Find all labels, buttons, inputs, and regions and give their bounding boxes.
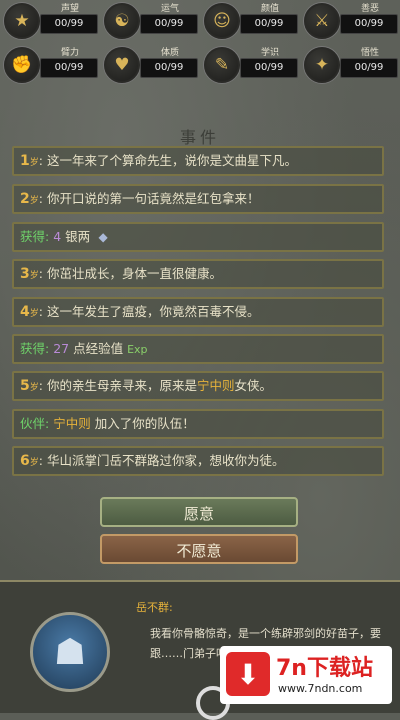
reward-tag: 获得:	[20, 341, 50, 356]
stat-luck: ☯ 运气 00/99	[100, 0, 200, 44]
stat-value: 00/99	[340, 14, 398, 34]
event-age: 1岁	[20, 153, 39, 169]
event-text: 这一年发生了瘟疫，你竟然百毒不侵。	[46, 304, 260, 319]
stat-morality: ⚔ 善恶 00/99	[300, 0, 400, 44]
reward-text: 银两	[65, 229, 91, 244]
stat-value: 00/99	[140, 14, 198, 34]
exp-icon: Exp	[127, 343, 148, 356]
silver-icon: ◆	[98, 230, 108, 244]
comprehension-icon: ✦	[304, 47, 340, 83]
companion-tag: 伙伴:	[20, 416, 50, 431]
event-title: 事件	[179, 128, 220, 147]
reward-row: 获得: 4 银两 ◆	[12, 222, 384, 252]
event-text: 你开口说的第一句话竟然是红包拿来！	[46, 191, 260, 206]
speaker-name: 岳不群:	[136, 601, 173, 614]
event-text: 你茁壮成长，身体一直很健康。	[46, 266, 222, 281]
reward-text: 点经验值	[73, 341, 124, 356]
knowledge-icon: ✎	[204, 47, 240, 83]
stat-value: 00/99	[40, 14, 98, 34]
download-icon: ⬇	[226, 652, 270, 696]
stat-label: 运气	[160, 4, 179, 14]
watermark-url: www.7ndn.com	[278, 682, 363, 695]
stat-appearance: ☺ 颜值 00/99	[200, 0, 300, 44]
morality-icon: ⚔	[304, 3, 340, 39]
stat-label: 体质	[160, 48, 179, 58]
stat-value: 00/99	[40, 58, 98, 78]
strength-icon: ✊	[4, 47, 40, 83]
stat-label: 颜值	[260, 4, 279, 14]
event-text: 加入了你的队伍！	[94, 416, 195, 431]
stat-strength: ✊ 臂力 00/99	[0, 44, 100, 88]
stat-value: 00/99	[140, 58, 198, 78]
accept-button[interactable]: 愿意	[100, 497, 298, 527]
event-text: 你的亲生母亲寻来，原来是	[46, 378, 197, 393]
stat-knowledge: ✎ 学识 00/99	[200, 44, 300, 88]
character-name: 宁中则	[196, 378, 235, 393]
event-row: 5岁: 你的亲生母亲寻来，原来是宁中则女侠。	[12, 371, 384, 401]
event-row: 1岁: 这一年来了个算命先生，说你是文曲星下凡。	[12, 146, 384, 176]
companion-row: 伙伴: 宁中则 加入了你的队伍！	[12, 409, 384, 439]
event-age: 2岁	[20, 191, 39, 207]
reward-amount: 27	[53, 341, 70, 356]
reputation-icon: ★	[4, 3, 40, 39]
event-age: 4岁	[20, 304, 39, 320]
event-row: 4岁: 这一年发生了瘟疫，你竟然百毒不侵。	[12, 297, 384, 327]
stat-value: 00/99	[340, 58, 398, 78]
stat-constitution: ♥ 体质 00/99	[100, 44, 200, 88]
stat-reputation: ★ 声望 00/99	[0, 0, 100, 44]
decline-button[interactable]: 不愿意	[100, 534, 298, 564]
event-text: 这一年来了个算命先生，说你是文曲星下凡。	[46, 153, 297, 168]
appearance-icon: ☺	[204, 3, 240, 39]
reward-amount: 4	[53, 229, 62, 244]
stat-label: 声望	[60, 4, 79, 14]
stat-value: 00/99	[240, 14, 298, 34]
watermark-title: 7n下载站	[276, 656, 373, 681]
stat-comprehension: ✦ 悟性 00/99	[300, 44, 400, 88]
event-text: 华山派掌门岳不群路过你家，想收你为徒。	[46, 453, 285, 468]
event-row: 2岁: 你开口说的第一句话竟然是红包拿来！	[12, 184, 384, 214]
event-text: 女侠。	[234, 378, 272, 393]
reward-tag: 获得:	[20, 229, 50, 244]
avatar: ☗	[30, 612, 110, 692]
stat-label: 善恶	[360, 4, 379, 14]
stat-value: 00/99	[240, 58, 298, 78]
event-age: 6岁	[20, 453, 39, 469]
event-row: 6岁: 华山派掌门岳不群路过你家，想收你为徒。	[12, 446, 384, 476]
stat-label: 臂力	[60, 48, 79, 58]
stat-label: 悟性	[360, 48, 379, 58]
reward-row: 获得: 27 点经验值 Exp	[12, 334, 384, 364]
stats-panel: ★ 声望 00/99 ☯ 运气 00/99 ☺ 颜值 00/99 ⚔ 善恶 00…	[0, 0, 400, 88]
luck-icon: ☯	[104, 3, 140, 39]
event-age: 3岁	[20, 266, 39, 282]
event-row: 3岁: 你茁壮成长，身体一直很健康。	[12, 259, 384, 289]
event-age: 5岁	[20, 378, 39, 394]
constitution-icon: ♥	[104, 47, 140, 83]
character-name: 宁中则	[53, 416, 91, 431]
watermark: ⬇ 7n下载站 www.7ndn.com	[220, 646, 392, 704]
stat-label: 学识	[260, 48, 279, 58]
